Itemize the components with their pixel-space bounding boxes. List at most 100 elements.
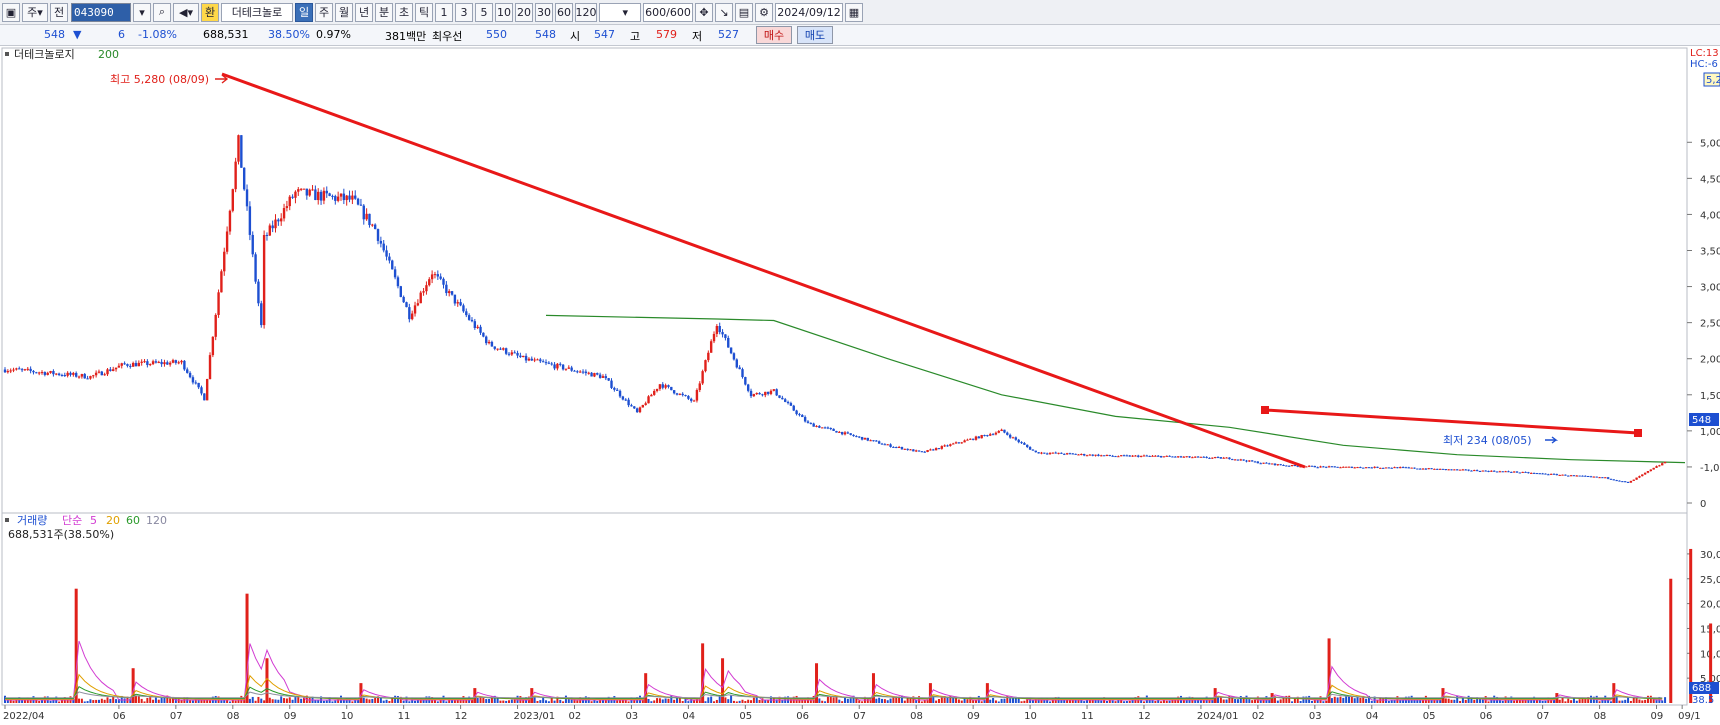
date-field[interactable]: 2024/09/12 bbox=[775, 2, 843, 22]
interval-5[interactable]: 5 bbox=[475, 2, 493, 22]
volume-legend-label: 거래량 bbox=[17, 514, 47, 527]
prev-button[interactable]: 전 bbox=[50, 2, 68, 22]
candle-body bbox=[684, 395, 687, 397]
date-tick-label: 02 bbox=[568, 711, 581, 722]
volume-bar-small bbox=[676, 698, 678, 703]
draw-tool-icon[interactable]: ↘ bbox=[715, 2, 733, 22]
candle-body bbox=[359, 204, 363, 206]
candle-body bbox=[539, 359, 542, 362]
volume-legend-sma: 단순 bbox=[62, 514, 82, 527]
crosshair-icon[interactable]: ✥ bbox=[695, 2, 713, 22]
trendline-handle-end[interactable] bbox=[1634, 429, 1642, 437]
candle-body bbox=[257, 281, 260, 304]
code-dropdown-icon[interactable]: ▾ bbox=[133, 2, 151, 22]
candle-body bbox=[1433, 468, 1436, 470]
candle-body bbox=[980, 435, 983, 439]
candle-body bbox=[749, 390, 753, 397]
current-price-badge-text: 548 bbox=[1692, 415, 1711, 426]
volume-bar-small bbox=[476, 698, 479, 703]
candle-body bbox=[1353, 467, 1356, 469]
candle-body bbox=[490, 341, 494, 347]
volume-bar-small bbox=[371, 698, 374, 703]
volume-bar-small bbox=[1333, 696, 1336, 703]
candle-body bbox=[319, 191, 323, 201]
candle-body bbox=[268, 225, 272, 236]
market-select[interactable]: 주 ▾ bbox=[22, 2, 48, 22]
save-icon[interactable]: ▤ bbox=[735, 2, 753, 22]
candle-body bbox=[954, 442, 958, 444]
candle-body bbox=[784, 399, 787, 402]
volume-bar-small bbox=[977, 695, 980, 703]
candle-body bbox=[83, 374, 86, 379]
candle-body bbox=[399, 286, 402, 297]
volume-bar-small bbox=[1217, 696, 1220, 703]
layout-icon[interactable]: ▣ bbox=[2, 2, 20, 22]
candle-body bbox=[143, 361, 146, 363]
candle-body bbox=[331, 195, 334, 197]
volume-bar-small bbox=[536, 700, 539, 703]
sound-icon[interactable]: ◀▾ bbox=[173, 2, 199, 22]
calendar-icon[interactable]: ▦ bbox=[845, 2, 863, 22]
period-day[interactable]: 일 bbox=[295, 2, 313, 22]
period-month[interactable]: 월 bbox=[335, 2, 353, 22]
volume-bar-small bbox=[932, 696, 935, 703]
candle-body bbox=[376, 229, 380, 241]
period-tick[interactable]: 틱 bbox=[415, 2, 433, 22]
volume-bar-small bbox=[658, 698, 661, 703]
interval-60[interactable]: 60 bbox=[555, 2, 573, 22]
volume-bar-small bbox=[1222, 699, 1225, 703]
candle-body bbox=[200, 387, 203, 394]
volume-bar-small bbox=[251, 696, 254, 703]
buy-button[interactable]: 매수 bbox=[756, 26, 792, 44]
candle-body bbox=[416, 303, 420, 306]
search-icon[interactable]: ⌕ bbox=[153, 2, 171, 22]
period-second[interactable]: 초 bbox=[395, 2, 413, 22]
volume-bar-small bbox=[533, 696, 536, 703]
period-minute[interactable]: 분 bbox=[375, 2, 393, 22]
candle-body bbox=[15, 368, 18, 370]
period-year[interactable]: 년 bbox=[355, 2, 373, 22]
candle-body bbox=[502, 348, 505, 350]
period-week[interactable]: 주 bbox=[315, 2, 333, 22]
candle-body bbox=[120, 363, 123, 366]
volume-legend-box-icon bbox=[5, 518, 9, 522]
interval-120[interactable]: 120 bbox=[575, 2, 597, 22]
interval-3[interactable]: 3 bbox=[455, 2, 473, 22]
trendline-handle-start[interactable] bbox=[1261, 406, 1269, 414]
volume-pct-badge-text: 38.5 bbox=[1692, 695, 1714, 706]
candle-body bbox=[843, 432, 847, 435]
data-count-field[interactable]: 600/600 bbox=[643, 2, 693, 22]
date-tick-label: 08 bbox=[910, 711, 923, 722]
volume-bar-small bbox=[1393, 700, 1396, 703]
exchange-button[interactable]: 환 bbox=[201, 2, 219, 22]
stock-name-field[interactable]: 더테크놀로 bbox=[221, 2, 293, 22]
candle-body bbox=[265, 235, 269, 237]
candle-body bbox=[897, 446, 901, 448]
volume-bar-small bbox=[146, 697, 149, 703]
gear-icon[interactable]: ⚙ bbox=[755, 2, 773, 22]
candle-body bbox=[630, 405, 633, 407]
stock-chart[interactable]: 더테크놀로지 200 LC:13 HC:-6 5,004,504,003,503… bbox=[0, 46, 1720, 725]
candle-body bbox=[1367, 467, 1371, 469]
candle-body bbox=[362, 205, 365, 220]
volume-bar-small bbox=[653, 700, 656, 703]
candle-body bbox=[1384, 467, 1388, 469]
volume-bar-small bbox=[547, 701, 550, 703]
interval-20[interactable]: 20 bbox=[515, 2, 533, 22]
volume-bar-small bbox=[732, 700, 735, 703]
interval-1[interactable]: 1 bbox=[435, 2, 453, 22]
stock-code-input[interactable] bbox=[71, 2, 131, 22]
candle-body bbox=[1060, 452, 1063, 454]
sell-button[interactable]: 매도 bbox=[797, 26, 833, 44]
candle-body bbox=[163, 362, 166, 365]
candle-body bbox=[1615, 480, 1618, 482]
custom-interval-select[interactable]: ▾ bbox=[599, 2, 641, 22]
interval-10[interactable]: 10 bbox=[495, 2, 513, 22]
candle-body bbox=[35, 372, 38, 374]
candle-body bbox=[798, 414, 801, 416]
candle-body bbox=[32, 370, 35, 373]
candle-body bbox=[80, 374, 84, 377]
interval-30[interactable]: 30 bbox=[535, 2, 553, 22]
candle-body bbox=[647, 396, 650, 404]
candle-body bbox=[929, 449, 932, 451]
